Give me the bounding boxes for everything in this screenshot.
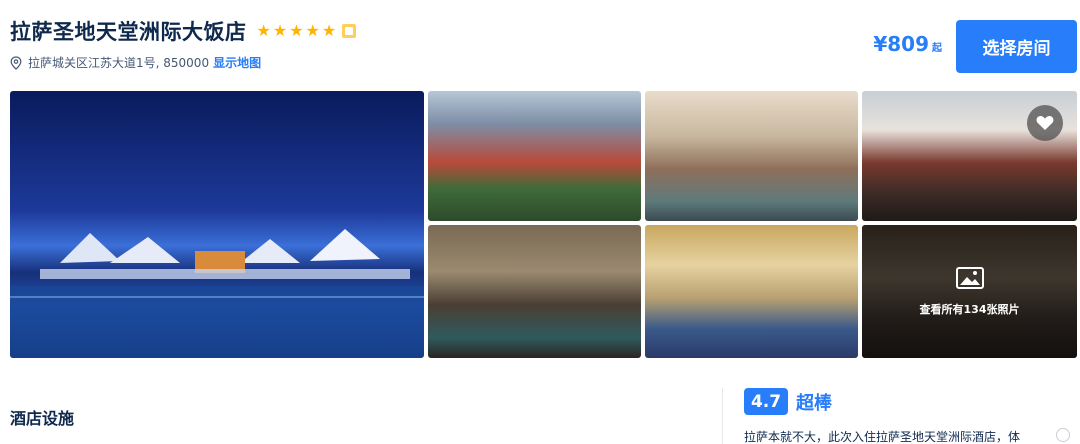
star-icon: ★	[321, 21, 337, 40]
rating-label: 超棒	[796, 392, 832, 414]
gallery-photo[interactable]	[428, 91, 641, 221]
favorite-heart-icon[interactable]	[1027, 105, 1063, 141]
gallery-photo[interactable]	[645, 225, 858, 358]
rating-summary: 4.7 超棒	[744, 388, 832, 415]
price-value: ¥809	[873, 32, 929, 56]
main-photo[interactable]	[10, 91, 424, 358]
image-icon	[955, 266, 984, 293]
show-map-link[interactable]: 显示地图	[213, 54, 261, 71]
price-area: ¥809 起	[873, 32, 942, 56]
star-icon: ★	[305, 21, 320, 40]
location-pin-icon	[10, 55, 22, 70]
address-row: 拉萨城关区江苏大道1号, 850000 显示地图	[10, 54, 1080, 71]
facilities-title: 酒店设施	[10, 409, 75, 428]
gallery-photo-more[interactable]: 查看所有134张照片	[862, 225, 1077, 358]
hotel-badge-icon[interactable]	[342, 24, 357, 38]
review-snippet[interactable]: 拉萨本就不大，此次入住拉萨圣地天堂洲际酒店，体	[744, 428, 1054, 444]
rating-score: 4.7	[744, 388, 788, 415]
hotel-name: 拉萨圣地天堂洲际大饭店	[10, 20, 247, 44]
section-divider	[722, 388, 723, 444]
star-icon: ★	[256, 21, 271, 40]
star-icon: ★	[289, 21, 304, 40]
gallery-photo[interactable]	[645, 91, 858, 221]
star-icon: ★	[272, 21, 288, 40]
gallery-photo[interactable]	[862, 91, 1077, 221]
more-photos-overlay[interactable]: 查看所有134张照片	[862, 225, 1077, 358]
star-rating: ★ ★ ★ ★ ★	[257, 23, 337, 39]
hotel-exterior-illustration	[10, 229, 424, 358]
select-room-button[interactable]: 选择房间	[956, 20, 1077, 73]
gallery-photo[interactable]	[428, 225, 641, 358]
view-all-photos-label[interactable]: 查看所有134张照片	[920, 301, 1020, 317]
price-suffix: 起	[932, 43, 942, 54]
next-review-icon[interactable]	[1056, 428, 1070, 442]
hotel-address: 拉萨城关区江苏大道1号, 850000	[28, 56, 210, 70]
photo-gallery: 查看所有134张照片	[10, 91, 1077, 358]
